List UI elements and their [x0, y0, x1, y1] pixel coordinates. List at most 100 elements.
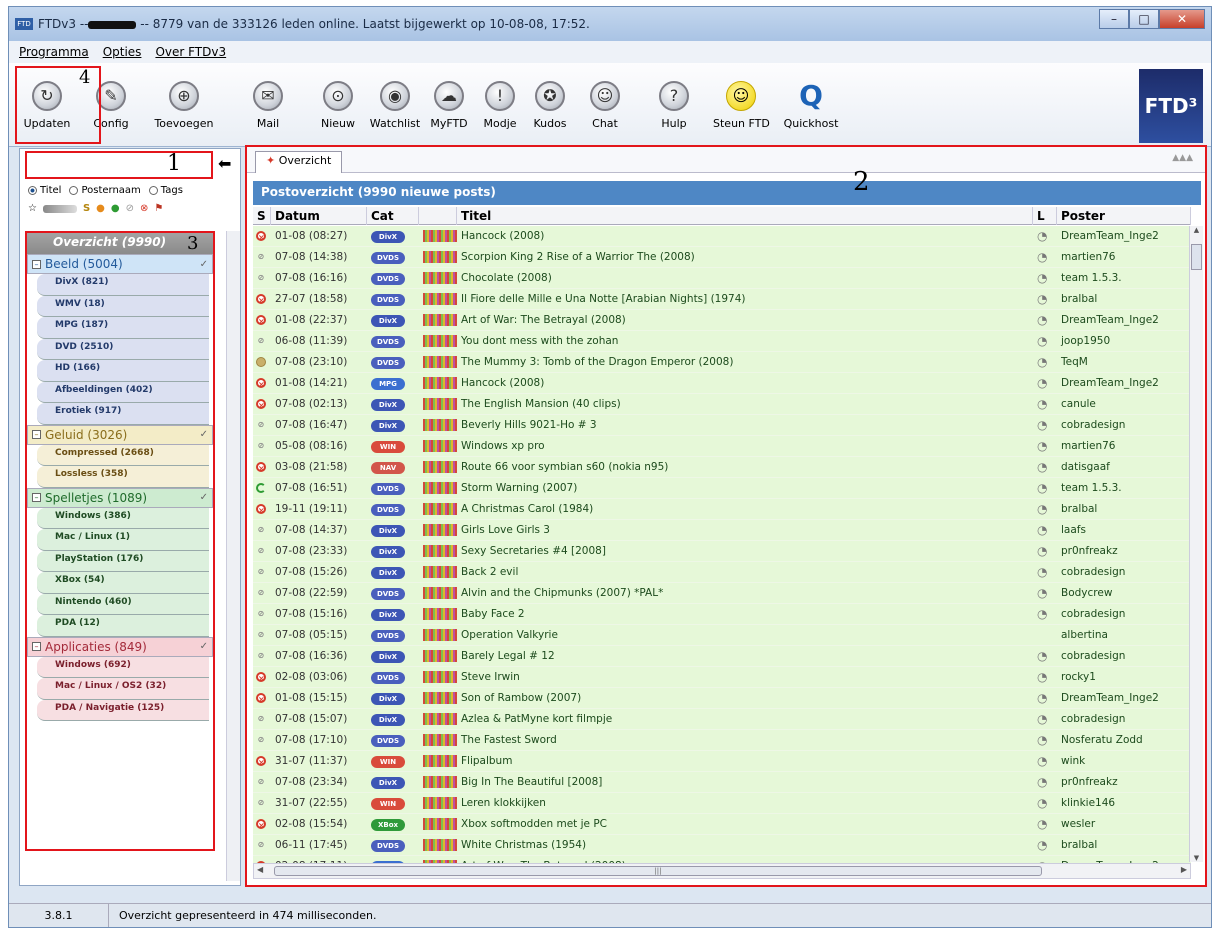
post-title[interactable]: Steve Irwin	[457, 671, 1033, 683]
link-icon[interactable]: ◔	[1033, 817, 1057, 831]
category-item[interactable]: WMV (18)	[37, 295, 209, 317]
link-icon[interactable]: ◔	[1033, 796, 1057, 810]
collapse-icon[interactable]: –	[32, 259, 41, 269]
table-row[interactable]: ⊘ 07-08 (16:16) DVDS Chocolate (2008) ◔ team …	[253, 268, 1191, 289]
link-icon[interactable]: ◔	[1033, 691, 1057, 705]
post-title[interactable]: Xbox softmodden met je PC	[457, 818, 1033, 830]
menu-over[interactable]: Over FTDv3	[155, 45, 226, 59]
link-icon[interactable]: ◔	[1033, 733, 1057, 747]
post-title[interactable]: Baby Face 2	[457, 608, 1033, 620]
category-item[interactable]: Erotiek (917)	[37, 403, 209, 425]
post-title[interactable]: The Fastest Sword	[457, 734, 1033, 746]
link-icon[interactable]: ◔	[1033, 754, 1057, 768]
category-item[interactable]: HD (166)	[37, 360, 209, 382]
post-title[interactable]: Chocolate (2008)	[457, 272, 1033, 284]
toolbar-button-quickhost[interactable]: Q Quickhost	[769, 81, 853, 145]
menu-programma[interactable]: Programma	[19, 45, 89, 59]
poster-name[interactable]: cobradesign	[1057, 419, 1191, 431]
category-group[interactable]: – Spelletjes (1089) ✓	[27, 487, 213, 508]
tab-menu-icon[interactable]: ▲▲▲	[1172, 153, 1193, 163]
table-row[interactable]: × 01-08 (15:15) DivX Son of Rambow (2007) ◔ D…	[253, 688, 1191, 709]
s-filter-icon[interactable]: S	[83, 203, 90, 214]
table-row[interactable]: ⊘ 07-08 (14:38) DVDS Scorpion King 2 Rise o…	[253, 247, 1191, 268]
post-title[interactable]: The Mummy 3: Tomb of the Dragon Emperor …	[457, 356, 1033, 368]
search-input[interactable]	[25, 151, 213, 179]
sidebar-scrollbar[interactable]	[226, 231, 240, 881]
poster-name[interactable]: cobradesign	[1057, 608, 1191, 620]
poster-name[interactable]: cobradesign	[1057, 566, 1191, 578]
post-title[interactable]: Operation Valkyrie	[457, 629, 1033, 641]
post-title[interactable]: Barely Legal # 12	[457, 650, 1033, 662]
radio-titel[interactable]: Titel	[28, 185, 61, 196]
collapse-icon[interactable]: –	[32, 642, 41, 651]
post-title[interactable]: Azlea & PatMyne kort filmpje	[457, 713, 1033, 725]
post-title[interactable]: Hancock (2008)	[457, 230, 1033, 242]
grey-filter-icon[interactable]: ⊘	[126, 203, 134, 214]
poster-name[interactable]: DreamTeam_Inge2	[1057, 692, 1191, 704]
poster-name[interactable]: TeqM	[1057, 356, 1191, 368]
post-title[interactable]: You dont mess with the zohan	[457, 335, 1033, 347]
table-row[interactable]: × 27-07 (18:58) DVDS Il Fiore delle Mille e…	[253, 289, 1191, 310]
table-row[interactable]: ⊘ 07-08 (15:07) DivX Azlea & PatMyne kort f…	[253, 709, 1191, 730]
red-filter-icon[interactable]: ⊗	[140, 203, 148, 214]
post-title[interactable]: Windows xp pro	[457, 440, 1033, 452]
category-item[interactable]: Nintendo (460)	[37, 593, 209, 615]
post-title[interactable]: White Christmas (1954)	[457, 839, 1033, 851]
poster-name[interactable]: DreamTeam_Inge2	[1057, 377, 1191, 389]
link-icon[interactable]: ◔	[1033, 418, 1057, 432]
table-row[interactable]: × 03-08 (21:58) NAV Route 66 voor symbian s…	[253, 457, 1191, 478]
link-icon[interactable]: ◔	[1033, 313, 1057, 327]
poster-name[interactable]: team 1.5.3.	[1057, 272, 1191, 284]
minimize-button[interactable]: –	[1099, 9, 1129, 29]
poster-name[interactable]: pr0nfreakz	[1057, 545, 1191, 557]
link-icon[interactable]: ◔	[1033, 670, 1057, 684]
post-title[interactable]: Storm Warning (2007)	[457, 482, 1033, 494]
poster-name[interactable]: cobradesign	[1057, 713, 1191, 725]
menu-opties[interactable]: Opties	[103, 45, 142, 59]
title-bar[interactable]: FTD FTDv3 -- -- 8779 van de 333126 leden…	[9, 7, 1211, 41]
table-row[interactable]: × 02-08 (03:06) DVDS Steve Irwin ◔ rocky1	[253, 667, 1191, 688]
poster-name[interactable]: albertina	[1057, 629, 1191, 641]
search-go-arrow-icon[interactable]: ⬅	[218, 155, 231, 173]
link-icon[interactable]: ◔	[1033, 565, 1057, 579]
post-title[interactable]: Hancock (2008)	[457, 377, 1033, 389]
link-icon[interactable]: ◔	[1033, 649, 1057, 663]
collapse-icon[interactable]: –	[32, 493, 41, 502]
vertical-scrollbar[interactable]: ▲ ▼	[1189, 226, 1203, 862]
table-row[interactable]: ⊘ 07-08 (22:59) DVDS Alvin and the Chipmunk…	[253, 583, 1191, 604]
category-item[interactable]: MPG (187)	[37, 317, 209, 339]
poster-name[interactable]: DreamTeam_Inge2	[1057, 230, 1191, 242]
table-row[interactable]: ⊘ 05-08 (08:16) WIN Windows xp pro ◔ martien7…	[253, 436, 1191, 457]
category-item[interactable]: PDA (12)	[37, 615, 209, 637]
link-icon[interactable]: ◔	[1033, 250, 1057, 264]
link-icon[interactable]: ◔	[1033, 712, 1057, 726]
toolbar-button-steun-ftd[interactable]: ☺ Steun FTD	[713, 81, 770, 145]
poster-name[interactable]: wink	[1057, 755, 1191, 767]
scroll-up-icon[interactable]: ▲	[1190, 226, 1203, 234]
tab-close-icon[interactable]: ✦	[266, 154, 279, 167]
scroll-left-icon[interactable]: ◀	[257, 865, 263, 874]
link-icon[interactable]: ◔	[1033, 397, 1057, 411]
poster-name[interactable]: bralbal	[1057, 293, 1191, 305]
category-item[interactable]: Compressed (2668)	[37, 444, 209, 466]
size-filter-icon[interactable]	[42, 204, 77, 213]
toolbar-button-modje[interactable]: ! Modje	[475, 81, 525, 145]
post-title[interactable]: Sexy Secretaries #4 [2008]	[457, 545, 1033, 557]
post-title[interactable]: Beverly Hills 9021-Ho # 3	[457, 419, 1033, 431]
post-title[interactable]: Alvin and the Chipmunks (2007) *PAL*	[457, 587, 1033, 599]
poster-name[interactable]: bralbal	[1057, 839, 1191, 851]
scroll-down-icon[interactable]: ▼	[1190, 854, 1203, 862]
poster-name[interactable]: Nosferatu Zodd	[1057, 734, 1191, 746]
link-icon[interactable]: ◔	[1033, 271, 1057, 285]
post-title[interactable]: Scorpion King 2 Rise of a Warrior The (2…	[457, 251, 1033, 263]
category-item[interactable]: Windows (386)	[37, 507, 209, 529]
table-row[interactable]: × 19-11 (19:11) DVDS A Christmas Carol (198…	[253, 499, 1191, 520]
radio-tags[interactable]: Tags	[148, 185, 183, 196]
link-icon[interactable]: ◔	[1033, 334, 1057, 348]
category-group[interactable]: – Geluid (3026) ✓	[27, 424, 213, 445]
poster-name[interactable]: klinkie146	[1057, 797, 1191, 809]
toolbar-button-chat[interactable]: ☺ Chat	[575, 81, 635, 145]
toolbar-button-toevoegen[interactable]: ⊕ Toevoegen	[141, 81, 227, 145]
post-title[interactable]: Flipalbum	[457, 755, 1033, 767]
poster-name[interactable]: cobradesign	[1057, 650, 1191, 662]
